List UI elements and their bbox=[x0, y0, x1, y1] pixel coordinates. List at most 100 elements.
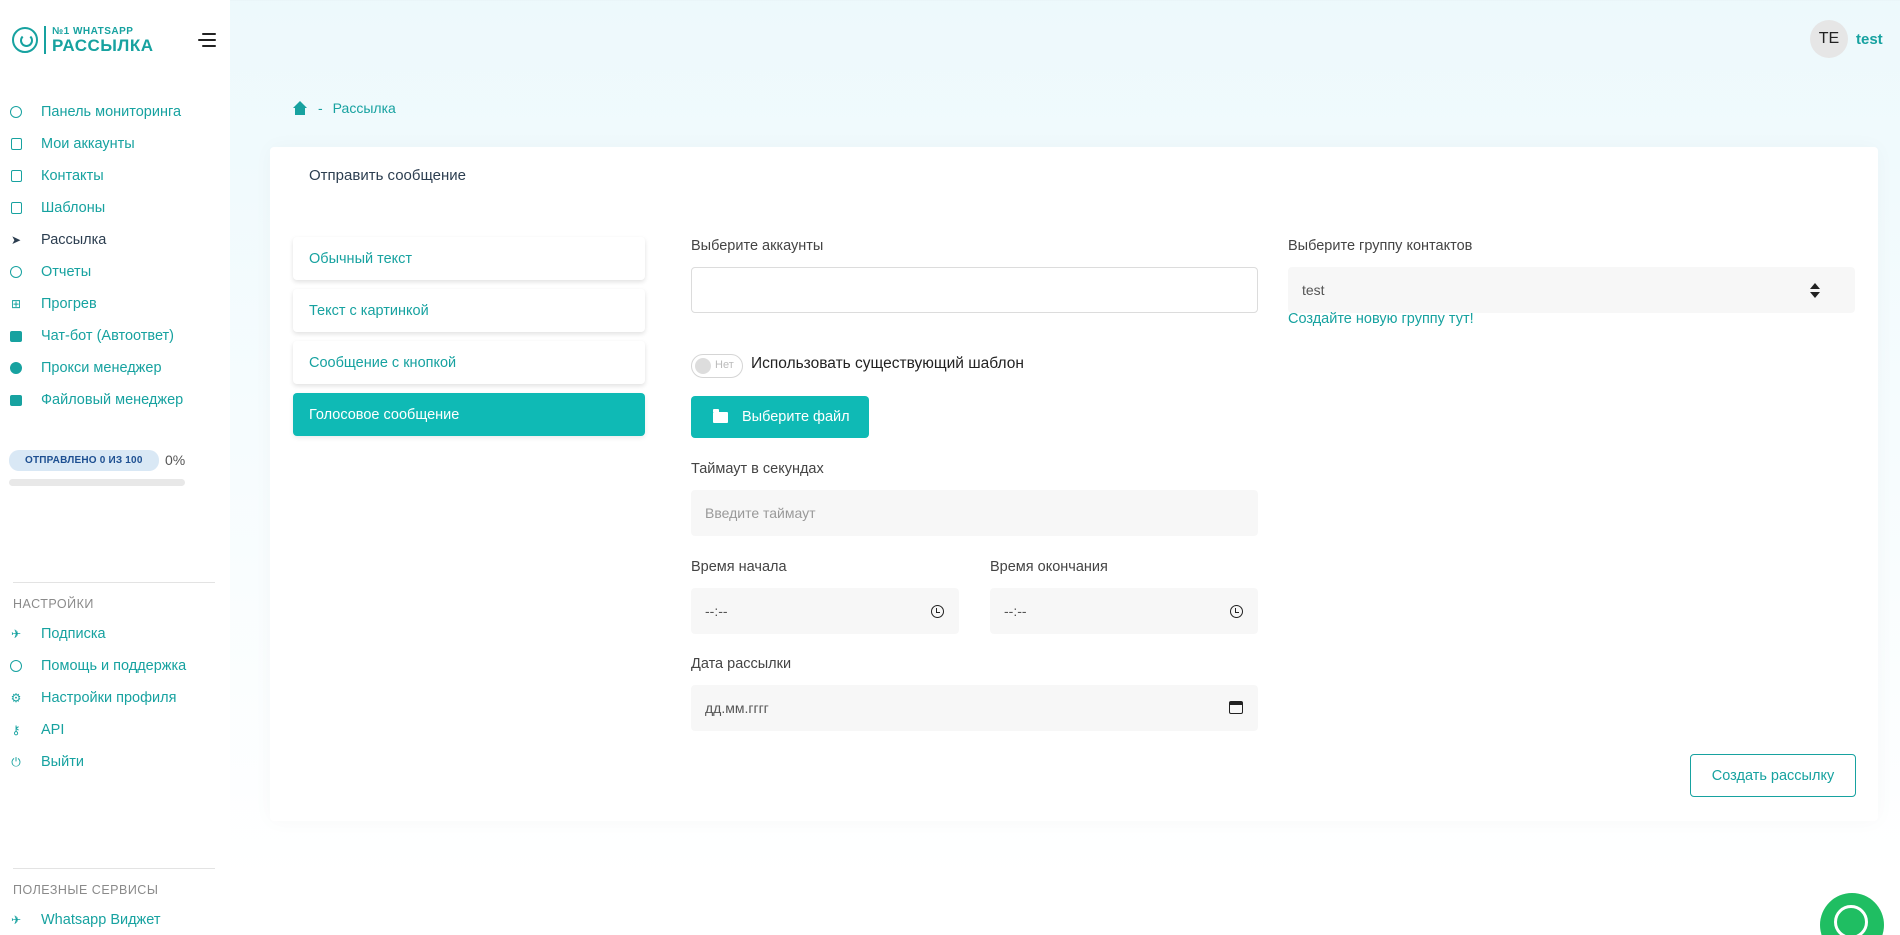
end-time-input[interactable]: --:-- bbox=[990, 588, 1258, 634]
nav-label: Настройки профиля bbox=[41, 690, 177, 706]
nav-item-warmup[interactable]: ⊞ Прогрев bbox=[0, 288, 230, 320]
folder-icon bbox=[9, 393, 23, 407]
contact-group-value: test bbox=[1302, 282, 1325, 298]
user-menu[interactable]: TE test bbox=[1810, 20, 1883, 58]
whatsapp-icon bbox=[1834, 905, 1868, 935]
nav-item-files[interactable]: Файловый менеджер bbox=[0, 384, 230, 416]
nav-label: API bbox=[41, 722, 65, 738]
nav-label: Отчеты bbox=[41, 264, 92, 280]
menu-toggle-icon[interactable] bbox=[196, 32, 216, 48]
tab-text-image[interactable]: Текст с картинкой bbox=[293, 289, 645, 332]
home-icon[interactable] bbox=[292, 101, 308, 115]
key-icon: ⚷ bbox=[11, 723, 21, 737]
nav-label: Прогрев bbox=[41, 296, 97, 312]
nav-label: Контакты bbox=[41, 168, 104, 184]
clock-icon bbox=[1230, 605, 1243, 618]
nav-label: Файловый менеджер bbox=[41, 392, 184, 408]
main-nav: Панель мониторинга Мои аккаунты Контакты… bbox=[0, 96, 230, 416]
nav-label: Мои аккаунты bbox=[41, 136, 135, 152]
tab-button-message[interactable]: Сообщение с кнопкой bbox=[293, 341, 645, 384]
services-nav: ✈ Whatsapp Виджет bbox=[0, 904, 230, 935]
timeout-placeholder: Введите таймаут bbox=[705, 505, 816, 521]
progress-percent: 0% bbox=[165, 452, 186, 468]
create-group-link[interactable]: Создайте новую группу тут! bbox=[1288, 311, 1474, 327]
nav-item-reports[interactable]: Отчеты bbox=[0, 256, 230, 288]
logo-bottom-text: РАССЫЛКА bbox=[52, 35, 154, 55]
rocket-icon: ✈ bbox=[10, 627, 22, 641]
logo-top-text: №1 WHATSAPP bbox=[52, 25, 134, 37]
folder-open-icon bbox=[713, 408, 728, 423]
logo[interactable]: №1 WHATSAPP РАССЫЛКА bbox=[12, 24, 153, 56]
contact-group-select[interactable]: test bbox=[1288, 267, 1855, 313]
timeout-label: Таймаут в секундах bbox=[691, 461, 824, 477]
nav-label: Шаблоны bbox=[41, 200, 106, 216]
gear-icon: ⚙ bbox=[10, 691, 22, 705]
choose-file-button[interactable]: Выберите файл bbox=[691, 396, 869, 438]
breadcrumb: - Рассылка bbox=[292, 100, 396, 116]
logo-text: №1 WHATSAPP РАССЫЛКА bbox=[52, 25, 154, 55]
nav-item-api[interactable]: ⚷ API bbox=[0, 714, 230, 746]
nav-label: Рассылка bbox=[41, 232, 107, 248]
tab-voice-message[interactable]: Голосовое сообщение bbox=[293, 393, 645, 436]
nav-item-dashboard[interactable]: Панель мониторинга bbox=[0, 96, 230, 128]
nav-label: Панель мониторинга bbox=[41, 104, 182, 120]
timeout-input[interactable]: Введите таймаут bbox=[691, 490, 1258, 536]
nav-label: Подписка bbox=[41, 626, 106, 642]
whatsapp-logo-icon bbox=[12, 27, 38, 53]
template-toggle[interactable]: Нет bbox=[691, 354, 743, 378]
date-label: Дата рассылки bbox=[691, 656, 792, 672]
nav-item-mailing[interactable]: ➤ Рассылка bbox=[0, 224, 230, 256]
accounts-select[interactable] bbox=[691, 267, 1258, 313]
settings-nav: ✈ Подписка Помощь и поддержка ⚙ Настройк… bbox=[0, 618, 230, 778]
nav-item-accounts[interactable]: Мои аккаунты bbox=[0, 128, 230, 160]
username: test bbox=[1856, 30, 1883, 48]
nav-item-subscription[interactable]: ✈ Подписка bbox=[0, 618, 230, 650]
clock-icon bbox=[931, 605, 944, 618]
whatsapp-chat-button[interactable] bbox=[1820, 893, 1884, 935]
start-time-value: --:-- bbox=[705, 603, 728, 619]
services-divider bbox=[13, 868, 215, 869]
contact-group-label: Выберите группу контактов bbox=[1288, 238, 1473, 254]
nav-item-profile-settings[interactable]: ⚙ Настройки профиля bbox=[0, 682, 230, 714]
message-type-tabs: Обычный текст Текст с картинкой Сообщени… bbox=[293, 237, 645, 445]
nav-item-support[interactable]: Помощь и поддержка bbox=[0, 650, 230, 682]
accounts-icon bbox=[9, 137, 23, 151]
send-progress: ОТПРАВЛЕНО 0 ИЗ 100 0% bbox=[9, 450, 189, 486]
template-toggle-label: Использовать существующий шаблон bbox=[751, 355, 1024, 372]
top-border bbox=[0, 0, 1900, 1]
sent-badge: ОТПРАВЛЕНО 0 ИЗ 100 bbox=[9, 450, 159, 471]
robot-icon bbox=[9, 329, 23, 343]
avatar: TE bbox=[1810, 20, 1848, 58]
nav-item-proxy[interactable]: Прокси менеджер bbox=[0, 352, 230, 384]
end-time-value: --:-- bbox=[1004, 603, 1027, 619]
date-input[interactable]: дд.мм.гггг bbox=[691, 685, 1258, 731]
choose-file-label: Выберите файл bbox=[742, 409, 850, 425]
toggle-knob bbox=[695, 358, 711, 374]
nav-item-templates[interactable]: Шаблоны bbox=[0, 192, 230, 224]
breadcrumb-current[interactable]: Рассылка bbox=[333, 100, 396, 116]
start-time-input[interactable]: --:-- bbox=[691, 588, 959, 634]
nav-label: Помощь и поддержка bbox=[41, 658, 187, 674]
dashboard-icon bbox=[9, 105, 23, 119]
tab-plain-text[interactable]: Обычный текст bbox=[293, 237, 645, 280]
select-arrows-icon bbox=[1810, 282, 1820, 300]
sidebar: №1 WHATSAPP РАССЫЛКА Панель мониторинга … bbox=[0, 0, 230, 935]
progress-bar bbox=[9, 479, 185, 486]
card-title: Отправить сообщение bbox=[309, 167, 467, 184]
accounts-label: Выберите аккаунты bbox=[691, 238, 824, 254]
nav-item-logout[interactable]: ⏻ Выйти bbox=[0, 746, 230, 778]
rocket-icon: ✈ bbox=[10, 913, 22, 927]
logo-separator bbox=[44, 26, 46, 54]
nav-item-whatsapp-widget[interactable]: ✈ Whatsapp Виджет bbox=[0, 904, 230, 935]
end-time-label: Время окончания bbox=[990, 559, 1108, 575]
settings-divider bbox=[13, 582, 215, 583]
nav-item-contacts[interactable]: Контакты bbox=[0, 160, 230, 192]
breadcrumb-separator: - bbox=[318, 100, 323, 116]
send-icon: ➤ bbox=[10, 233, 22, 247]
create-mailing-button[interactable]: Создать рассылку bbox=[1690, 754, 1856, 797]
templates-icon bbox=[9, 201, 23, 215]
nav-label: Чат-бот (Автоответ) bbox=[41, 328, 175, 344]
calendar-icon bbox=[1229, 701, 1243, 714]
toggle-state: Нет bbox=[715, 359, 734, 371]
nav-item-chatbot[interactable]: Чат-бот (Автоответ) bbox=[0, 320, 230, 352]
